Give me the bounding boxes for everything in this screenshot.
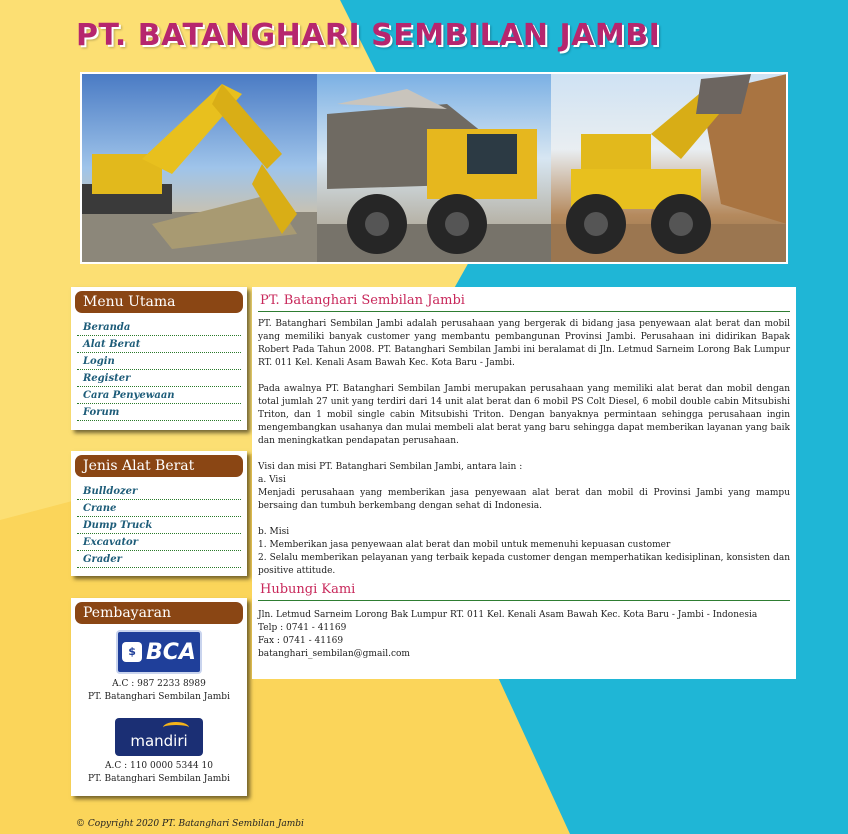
site-title: PT. BATANGHARI SEMBILAN JAMBI: [76, 18, 661, 53]
bca-account: A.C : 987 2233 8989: [112, 679, 206, 689]
contact-email[interactable]: batanghari_sembilan@gmail.com: [258, 648, 790, 661]
bca-holder: PT. Batanghari Sembilan Jambi: [88, 692, 230, 702]
jenis-alat-berat-heading: Jenis Alat Berat: [75, 455, 243, 477]
misi-item-2: 2. Selalu memberikan pelayanan yang terb…: [258, 553, 790, 576]
category-bulldozer[interactable]: Bulldozer: [77, 483, 241, 500]
excavator-illustration: [82, 84, 317, 262]
menu-utama-heading: Menu Utama: [75, 291, 243, 313]
misi-label: b. Misi: [258, 527, 290, 537]
visi-text: Menjadi perusahaan yang memberikan jasa …: [258, 488, 790, 511]
visi-misi-intro: Visi dan misi PT. Batanghari Sembilan Ja…: [258, 462, 523, 472]
menu-item-alat-berat[interactable]: Alat Berat: [77, 336, 241, 353]
menu-item-beranda[interactable]: Beranda: [77, 319, 241, 336]
menu-utama-box: Menu Utama Beranda Alat Berat Login Regi…: [71, 287, 247, 430]
category-dump-truck[interactable]: Dump Truck: [77, 517, 241, 534]
category-crane[interactable]: Crane: [77, 500, 241, 517]
menu-item-forum[interactable]: Forum: [77, 404, 241, 421]
dump-truck-illustration: [316, 89, 552, 262]
excavator-image: [82, 74, 317, 262]
contact-title: Hubungi Kami: [258, 582, 790, 601]
pembayaran-box: Pembayaran $ BCA A.C : 987 2233 8989 PT.…: [71, 598, 247, 796]
about-paragraph-2: Pada awalnya PT. Batanghari Sembilan Jam…: [258, 384, 790, 446]
visi-label: a. Visi: [258, 475, 286, 485]
mandiri-account: A.C : 110 0000 5344 10: [104, 761, 214, 771]
contact-address: Jln. Letmud Sarneim Lorong Bak Lumpur RT…: [258, 610, 758, 620]
about-title: PT. Batanghari Sembilan Jambi: [258, 293, 790, 312]
category-grader[interactable]: Grader: [77, 551, 241, 568]
mandiri-logo: mandiri: [115, 718, 203, 756]
header-banner: [80, 72, 788, 264]
pembayaran-heading: Pembayaran: [75, 602, 243, 624]
contact-fax: Fax : 0741 - 41169: [258, 636, 344, 646]
menu-item-cara-penyewaan[interactable]: Cara Penyewaan: [77, 387, 241, 404]
menu-item-login[interactable]: Login: [77, 353, 241, 370]
menu-item-register[interactable]: Register: [77, 370, 241, 387]
main-content: PT. Batanghari Sembilan Jambi PT. Batang…: [252, 287, 796, 679]
mandiri-holder: PT. Batanghari Sembilan Jambi: [88, 774, 230, 784]
contact-telp: Telp : 0741 - 41169: [258, 623, 347, 633]
misi-item-1: 1. Memberikan jasa penyewaan alat berat …: [258, 540, 671, 550]
jenis-alat-berat-box: Jenis Alat Berat Bulldozer Crane Dump Tr…: [71, 451, 247, 576]
footer-copyright: © Copyright 2020 PT. Batanghari Sembilan…: [76, 819, 304, 829]
wheel-loader-image: [551, 74, 786, 262]
bca-logo: $ BCA: [116, 630, 202, 674]
category-excavator[interactable]: Excavator: [77, 534, 241, 551]
dump-truck-image: [316, 74, 552, 262]
wheel-loader-illustration: [551, 74, 786, 262]
about-paragraph-1: PT. Batanghari Sembilan Jambi adalah per…: [258, 319, 790, 368]
